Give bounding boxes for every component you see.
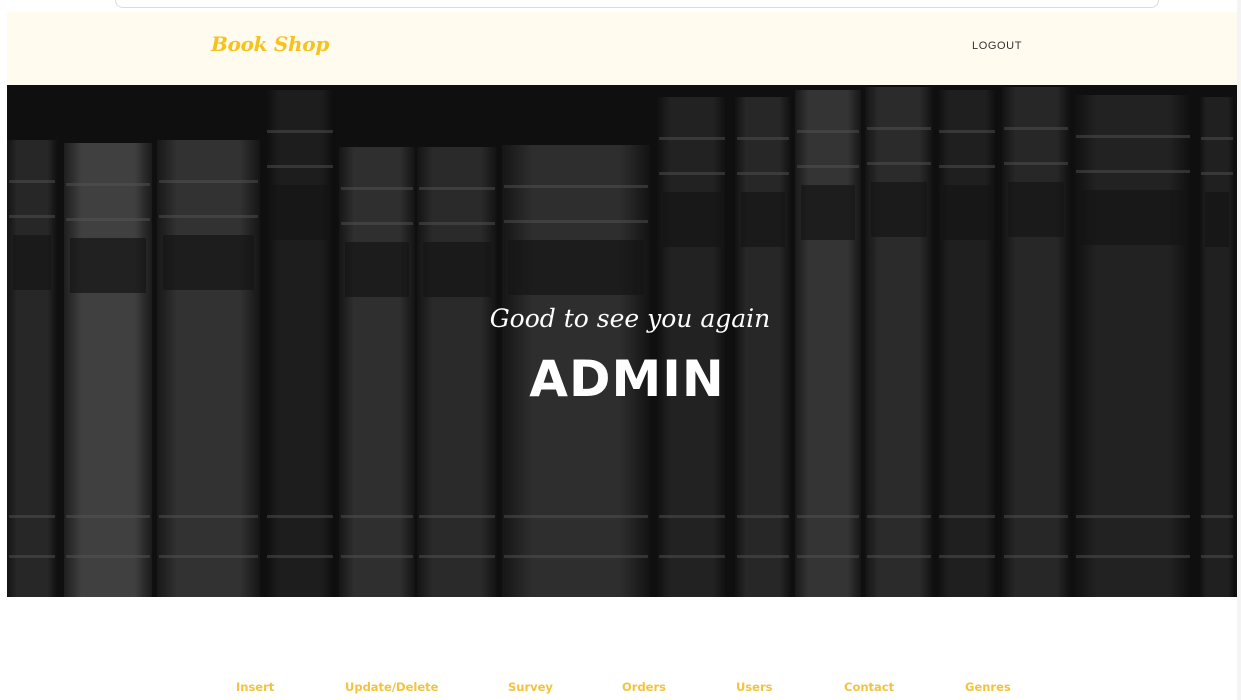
browser-address-bar[interactable] [115,0,1159,8]
footer-nav: Insert Update/Delete Survey Orders Users… [0,680,1241,696]
page-scrollbar[interactable] [1237,0,1241,700]
footer-link-update-delete[interactable]: Update/Delete [345,680,438,694]
browser-url-strip [0,0,1241,12]
greeting-text: Good to see you again [7,304,1237,333]
greeting-label: Good to see you again [489,304,771,333]
brand-logo[interactable]: Book Shop [211,32,329,56]
footer-link-insert[interactable]: Insert [236,680,274,694]
footer-link-survey[interactable]: Survey [508,680,553,694]
footer-link-genres[interactable]: Genres [965,680,1011,694]
hero-overlay [7,85,1237,597]
top-navbar: Book Shop LOGOUT [7,12,1237,85]
hero-banner: Good to see you again ADMIN [7,85,1237,597]
user-name-label: ADMIN [529,350,725,408]
footer-link-orders[interactable]: Orders [622,680,666,694]
user-name-heading: ADMIN [7,350,1237,408]
logout-link[interactable]: LOGOUT [972,40,1022,52]
footer-link-users[interactable]: Users [736,680,773,694]
footer-link-contact[interactable]: Contact [844,680,894,694]
